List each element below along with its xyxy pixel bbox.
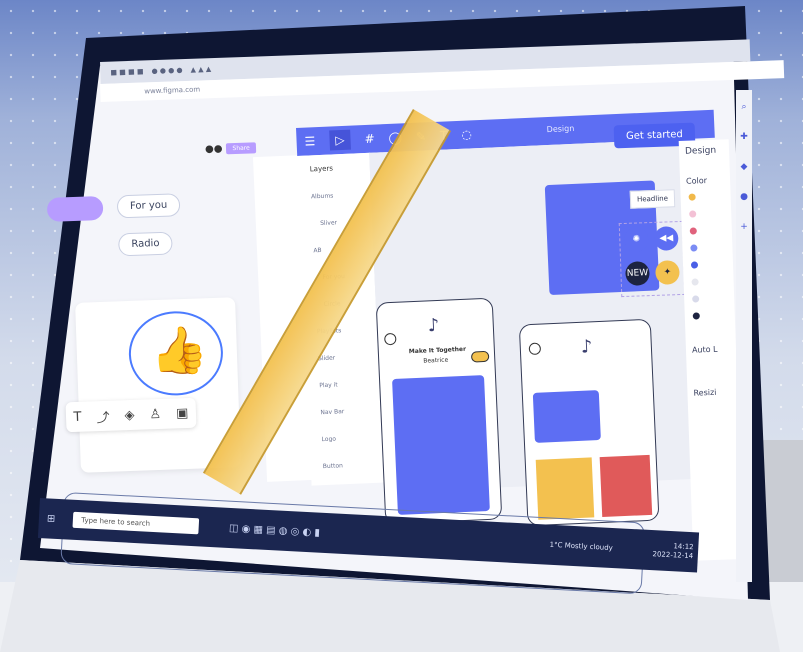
color-swatch[interactable]: [691, 278, 699, 286]
album-cover-yellow: [535, 457, 595, 520]
resizing-label: Resizi: [693, 387, 717, 398]
back-button[interactable]: [384, 332, 397, 346]
gear-badge-icon[interactable]: ✺: [623, 227, 649, 252]
extension-icon[interactable]: ✚: [740, 132, 748, 142]
image-tool-icon[interactable]: ▣: [176, 405, 189, 420]
back-button[interactable]: [528, 342, 542, 356]
clock-time: 14:12: [673, 542, 694, 552]
thumbs-up-icon: 👍: [149, 322, 210, 379]
tab-icon[interactable]: ▲ ▲ ▲: [190, 65, 211, 74]
headline-chip[interactable]: Headline: [629, 189, 676, 209]
url-text[interactable]: www.figma.com: [144, 86, 200, 96]
music-note-icon: ♪: [580, 336, 593, 358]
swatch-list: [680, 189, 707, 326]
avatar-icon: ●●: [204, 142, 223, 155]
phone-mockup-2: ♪: [518, 318, 660, 527]
menu-icon[interactable]: ☰: [304, 134, 315, 148]
color-label: Color: [685, 176, 708, 186]
star-badge-icon[interactable]: ✦: [655, 260, 680, 285]
layer-item[interactable]: Button: [310, 451, 383, 481]
draw-toolbar: T ⤴ ◈ ♙ ▣: [65, 397, 197, 433]
extension-icon[interactable]: ◆: [741, 162, 748, 172]
color-swatch[interactable]: [690, 261, 699, 269]
stamp-tool-icon[interactable]: ♙: [149, 406, 161, 421]
browser-extension-bar: ⌕ ✚ ◆ ● +: [736, 90, 752, 582]
text-tool-icon[interactable]: T: [73, 409, 81, 424]
phone-mockup: ♪ Make It Together Beatrice: [375, 297, 503, 525]
color-swatch[interactable]: [689, 227, 697, 235]
clock-date: 2022-12-14: [652, 550, 694, 561]
extension-icon[interactable]: ●: [740, 192, 748, 202]
sticker-card: 👍: [75, 297, 241, 473]
layer-item[interactable]: Play it: [307, 370, 380, 400]
rewind-icon[interactable]: ◀◀: [653, 226, 679, 251]
tab-icon[interactable]: ● ● ● ●: [151, 66, 182, 75]
icon-selection: ✺ ◀◀ NEW ✦: [618, 220, 686, 298]
color-swatch[interactable]: [689, 210, 697, 218]
add-icon[interactable]: +: [740, 222, 748, 232]
taskbar-search[interactable]: Type here to search: [72, 511, 200, 535]
search-icon[interactable]: ⌕: [741, 102, 746, 112]
video-thumbnail[interactable]: [532, 390, 601, 443]
taskbar-apps[interactable]: ◫ ◉ ▦ ▤ ◍ ◎ ◐ ▮: [229, 522, 320, 538]
start-icon[interactable]: ⊞: [47, 513, 56, 524]
system-clock[interactable]: 14:12 2022-12-14: [652, 541, 694, 561]
node-radio[interactable]: Radio: [118, 231, 173, 257]
tab-icon[interactable]: ■ ■ ■ ■: [110, 67, 143, 76]
layer-item[interactable]: Nav Bar: [308, 397, 381, 427]
artist-name: Beatrice: [423, 356, 449, 365]
color-swatch[interactable]: [688, 193, 696, 201]
node-label: Radio: [131, 237, 160, 250]
comment-tool-icon[interactable]: ◌: [461, 127, 472, 141]
design-editor: ☰ ▷ # ◯ ✎ T ◌ Design Layers Albums Slive…: [296, 109, 742, 527]
new-badge-icon[interactable]: NEW: [625, 261, 650, 286]
component-tool-icon[interactable]: ◈: [124, 407, 135, 422]
portrait-image: [392, 375, 490, 515]
share-area: ●● Share: [205, 139, 266, 157]
share-button[interactable]: Share: [226, 141, 256, 154]
monitor: ■ ■ ■ ■ ● ● ● ● ▲ ▲ ▲ www.figma.com For …: [0, 0, 803, 652]
toggle-switch[interactable]: [470, 350, 490, 363]
color-swatch[interactable]: [690, 244, 698, 252]
color-swatch[interactable]: [692, 312, 700, 320]
frame-tool-icon[interactable]: #: [364, 132, 375, 146]
node-for-you[interactable]: For you: [116, 193, 181, 219]
song-title: Make It Together: [408, 345, 467, 356]
layer-item[interactable]: Logo: [309, 424, 382, 454]
node-label: For you: [129, 199, 168, 212]
music-note-icon: ♪: [427, 314, 440, 337]
design-label: Design: [546, 123, 575, 135]
layers-title: Layers: [309, 164, 334, 174]
color-swatch[interactable]: [692, 295, 700, 303]
connector-tool-icon[interactable]: ⤴: [96, 406, 110, 425]
auto-layout-label: Auto L: [691, 344, 718, 355]
design-tab[interactable]: Design: [679, 139, 730, 163]
node-root[interactable]: [46, 195, 104, 222]
weather-widget[interactable]: 1°C Mostly cloudy: [549, 541, 613, 552]
album-cover-red: [599, 454, 653, 518]
move-tool-icon[interactable]: ▷: [328, 129, 351, 151]
